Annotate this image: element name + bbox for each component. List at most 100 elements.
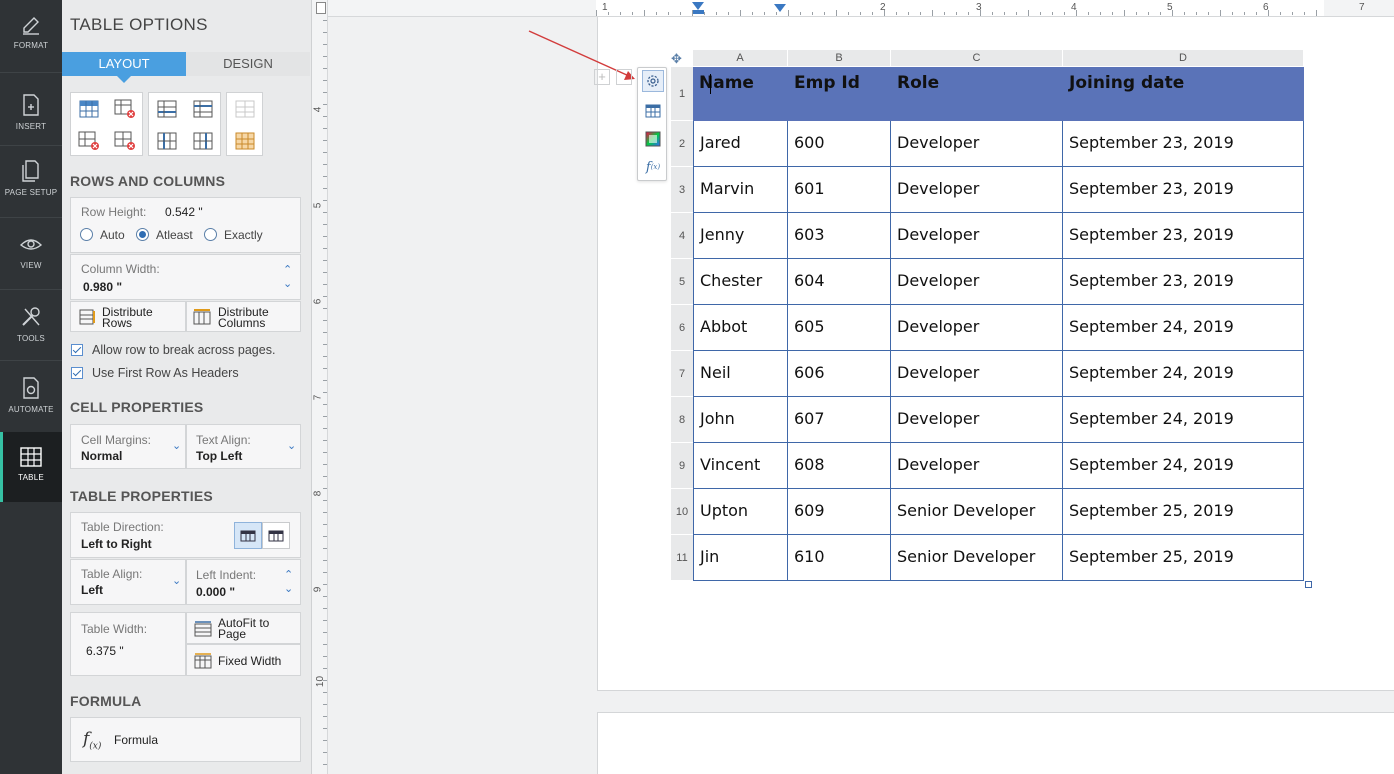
table-cell[interactable]: 608	[788, 443, 891, 489]
table-cell[interactable]: Developer	[891, 397, 1063, 443]
table-cell[interactable]: 603	[788, 213, 891, 259]
row-header[interactable]: 9	[671, 443, 693, 489]
table-header-cell[interactable]: Emp Id	[788, 67, 891, 121]
row-header[interactable]: 11	[671, 535, 693, 581]
distribute-columns-button[interactable]: Distribute Columns	[186, 301, 301, 332]
table-cell[interactable]: September 23, 2019	[1063, 121, 1304, 167]
radio-atleast[interactable]	[136, 228, 149, 241]
split-cells-button[interactable]	[227, 125, 263, 156]
rail-tools[interactable]: TOOLS	[0, 291, 62, 361]
text-align-select[interactable]: Text Align: Top Left ⌄	[186, 424, 301, 469]
row-header[interactable]: 8	[671, 397, 693, 443]
table-cell[interactable]: Upton	[693, 489, 788, 535]
rail-insert[interactable]: INSERT	[0, 79, 62, 149]
row-header[interactable]: 10	[671, 489, 693, 535]
table-cell[interactable]: Senior Developer	[891, 489, 1063, 535]
add-icon[interactable]: +	[594, 69, 610, 85]
rail-automate[interactable]: AUTOMATE	[0, 362, 62, 432]
delete-row-below-button[interactable]	[71, 125, 107, 156]
row-header[interactable]: 4	[671, 213, 693, 259]
radio-auto[interactable]	[80, 228, 93, 241]
left-indent-value[interactable]: 0.000 "	[196, 585, 235, 599]
table-layout-button[interactable]	[642, 100, 664, 122]
table-color-button[interactable]	[642, 128, 664, 150]
first-line-indent-marker-icon[interactable]	[692, 10, 704, 14]
row-header[interactable]: 3	[671, 167, 693, 213]
autofit-button[interactable]: AutoFit to Page	[186, 612, 301, 644]
table-cell[interactable]: Developer	[891, 305, 1063, 351]
column-header[interactable]: C	[891, 50, 1063, 66]
table-cell[interactable]: Jared	[693, 121, 788, 167]
left-indent-marker-icon[interactable]	[692, 2, 704, 10]
table-resize-handle[interactable]	[1305, 581, 1312, 588]
distribute-rows-button[interactable]: Distribute Rows	[70, 301, 186, 332]
row-header[interactable]: 1	[671, 67, 693, 121]
table-header-cell[interactable]: Joining date	[1063, 67, 1304, 121]
row-header[interactable]: 7	[671, 351, 693, 397]
table-cell[interactable]: September 23, 2019	[1063, 259, 1304, 305]
table-cell[interactable]: 601	[788, 167, 891, 213]
table-header-cell[interactable]: Role	[891, 67, 1063, 121]
rail-format[interactable]: FORMAT	[0, 0, 62, 70]
table-cell[interactable]: John	[693, 397, 788, 443]
ruler-toggle-icon[interactable]	[316, 2, 326, 14]
insert-row-above-button[interactable]	[71, 93, 107, 124]
insert-column-left-button[interactable]	[149, 125, 185, 156]
table-cell[interactable]: September 25, 2019	[1063, 535, 1304, 581]
table-cell[interactable]: 607	[788, 397, 891, 443]
table-cell[interactable]: September 24, 2019	[1063, 397, 1304, 443]
table-cell[interactable]: 606	[788, 351, 891, 397]
row-height-value[interactable]: 0.542 "	[165, 205, 203, 219]
rail-view[interactable]: VIEW	[0, 220, 62, 290]
rail-page-setup[interactable]: PAGE SETUP	[0, 145, 62, 215]
cell-margins-select[interactable]: Cell Margins: Normal ⌄	[70, 424, 186, 469]
table-cell[interactable]: Developer	[891, 443, 1063, 489]
insert-row-between-button[interactable]	[185, 93, 221, 124]
table-cell[interactable]: Developer	[891, 259, 1063, 305]
table-cell[interactable]: 609	[788, 489, 891, 535]
vertical-ruler[interactable]: 4 5 6 7 8 9 10	[312, 0, 328, 774]
table-cell[interactable]: 610	[788, 535, 891, 581]
table-header-cell[interactable]: Name	[693, 67, 788, 121]
table-cell[interactable]: 604	[788, 259, 891, 305]
rtl-direction-button[interactable]	[262, 522, 290, 549]
allow-break-checkbox[interactable]	[71, 344, 83, 356]
table-cell[interactable]: Chester	[693, 259, 788, 305]
table-cell[interactable]: Abbot	[693, 305, 788, 351]
column-header[interactable]: D	[1063, 50, 1304, 66]
insert-column-right-button[interactable]	[185, 125, 221, 156]
fixed-width-button[interactable]: Fixed Width	[186, 644, 301, 676]
table-width-value[interactable]: 6.375 "	[86, 644, 124, 658]
table-settings-button[interactable]	[642, 70, 664, 92]
document-page-next[interactable]	[597, 712, 1394, 774]
chevron-down-icon[interactable]: ⌄	[284, 582, 293, 595]
table-cell[interactable]: Marvin	[693, 167, 788, 213]
horizontal-ruler[interactable]: 1234567	[316, 0, 1394, 17]
right-indent-marker-icon[interactable]	[774, 4, 786, 12]
table-align-select[interactable]: Table Align: Left ⌄	[70, 559, 186, 605]
table-cell[interactable]: Developer	[891, 167, 1063, 213]
row-header[interactable]: 6	[671, 305, 693, 351]
row-header[interactable]: 2	[671, 121, 693, 167]
table-cell[interactable]: September 24, 2019	[1063, 443, 1304, 489]
table-cell[interactable]: Jin	[693, 535, 788, 581]
ltr-direction-button[interactable]	[234, 522, 262, 549]
table-cell[interactable]: September 23, 2019	[1063, 167, 1304, 213]
insert-row-below-button[interactable]	[149, 93, 185, 124]
formula-button[interactable]: 𝑓(x) Formula	[70, 717, 301, 762]
table-cell[interactable]: Developer	[891, 351, 1063, 397]
table-cell[interactable]: September 24, 2019	[1063, 305, 1304, 351]
table-cell[interactable]: Developer	[891, 213, 1063, 259]
radio-exactly[interactable]	[204, 228, 217, 241]
table-cell[interactable]: September 23, 2019	[1063, 213, 1304, 259]
table-cell[interactable]: 600	[788, 121, 891, 167]
table-cell[interactable]: September 24, 2019	[1063, 351, 1304, 397]
column-header[interactable]: B	[788, 50, 891, 66]
merge-cells-button[interactable]	[227, 93, 263, 124]
table-cell[interactable]: Developer	[891, 121, 1063, 167]
first-row-headers-checkbox[interactable]	[71, 367, 83, 379]
function-icon[interactable]: 𝑓 (x)	[642, 156, 664, 178]
table-cell[interactable]: Jenny	[693, 213, 788, 259]
table-cell[interactable]: Neil	[693, 351, 788, 397]
table-cell[interactable]: September 25, 2019	[1063, 489, 1304, 535]
